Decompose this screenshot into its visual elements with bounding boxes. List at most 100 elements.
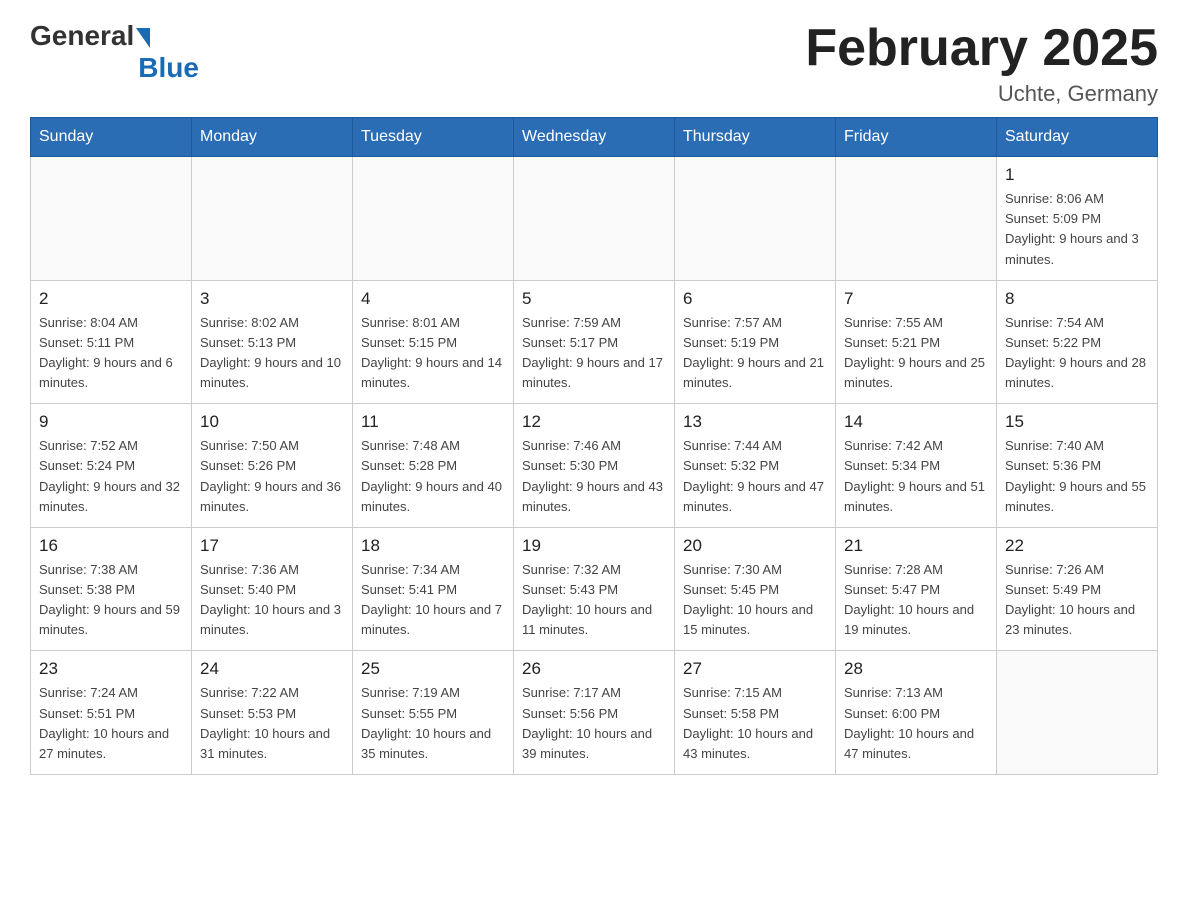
- day-info: Sunrise: 7:38 AMSunset: 5:38 PMDaylight:…: [39, 560, 183, 641]
- calendar-cell: 19Sunrise: 7:32 AMSunset: 5:43 PMDayligh…: [514, 527, 675, 651]
- calendar-week-row: 2 Sunrise: 8:04 AMSunset: 5:11 PMDaylight…: [31, 280, 1158, 404]
- calendar-cell: 15 Sunrise: 7:40 AMSunset: 5:36 PMDayligh…: [997, 404, 1158, 528]
- weekday-monday: Monday: [192, 118, 353, 157]
- weekday-friday: Friday: [836, 118, 997, 157]
- day-number: 6: [683, 289, 827, 309]
- calendar-cell: 27Sunrise: 7:15 AMSunset: 5:58 PMDayligh…: [675, 651, 836, 775]
- day-number: 1: [1005, 165, 1149, 185]
- day-info: Sunrise: 7:59 AMSunset: 5:17 PMDaylight:…: [522, 313, 666, 394]
- calendar-cell: 6 Sunrise: 7:57 AMSunset: 5:19 PMDaylight…: [675, 280, 836, 404]
- calendar-cell: [31, 157, 192, 281]
- day-info: Sunrise: 7:40 AMSunset: 5:36 PMDaylight:…: [1005, 436, 1149, 517]
- day-info: Sunrise: 7:48 AMSunset: 5:28 PMDaylight:…: [361, 436, 505, 517]
- calendar-cell: [514, 157, 675, 281]
- calendar-cell: 20 Sunrise: 7:30 AMSunset: 5:45 PMDayligh…: [675, 527, 836, 651]
- day-info: Sunrise: 7:22 AMSunset: 5:53 PMDaylight:…: [200, 683, 344, 764]
- day-number: 5: [522, 289, 666, 309]
- calendar-cell: 22 Sunrise: 7:26 AMSunset: 5:49 PMDayligh…: [997, 527, 1158, 651]
- day-number: 17: [200, 536, 344, 556]
- day-number: 22: [1005, 536, 1149, 556]
- day-info: Sunrise: 7:36 AMSunset: 5:40 PMDaylight:…: [200, 560, 344, 641]
- calendar-cell: 25 Sunrise: 7:19 AMSunset: 5:55 PMDayligh…: [353, 651, 514, 775]
- day-info: Sunrise: 8:04 AMSunset: 5:11 PMDaylight:…: [39, 313, 183, 394]
- day-number: 18: [361, 536, 505, 556]
- calendar-cell: [997, 651, 1158, 775]
- day-number: 19: [522, 536, 666, 556]
- calendar-cell: [353, 157, 514, 281]
- logo-general-text: General: [30, 20, 134, 52]
- day-number: 25: [361, 659, 505, 679]
- day-number: 26: [522, 659, 666, 679]
- page-header: General General Blue February 2025 Uchte…: [30, 20, 1158, 107]
- day-number: 28: [844, 659, 988, 679]
- calendar-cell: 2 Sunrise: 8:04 AMSunset: 5:11 PMDaylight…: [31, 280, 192, 404]
- day-number: 10: [200, 412, 344, 432]
- calendar-cell: 14 Sunrise: 7:42 AMSunset: 5:34 PMDayligh…: [836, 404, 997, 528]
- calendar-cell: 1 Sunrise: 8:06 AMSunset: 5:09 PMDaylight…: [997, 157, 1158, 281]
- calendar-week-row: 16 Sunrise: 7:38 AMSunset: 5:38 PMDayligh…: [31, 527, 1158, 651]
- calendar-cell: 24 Sunrise: 7:22 AMSunset: 5:53 PMDayligh…: [192, 651, 353, 775]
- logo-blue-text: Blue: [138, 52, 199, 84]
- day-number: 8: [1005, 289, 1149, 309]
- day-info: Sunrise: 7:54 AMSunset: 5:22 PMDaylight:…: [1005, 313, 1149, 394]
- day-info: Sunrise: 7:52 AMSunset: 5:24 PMDaylight:…: [39, 436, 183, 517]
- location-text: Uchte, Germany: [805, 81, 1158, 107]
- day-info: Sunrise: 7:57 AMSunset: 5:19 PMDaylight:…: [683, 313, 827, 394]
- calendar-cell: 5 Sunrise: 7:59 AMSunset: 5:17 PMDaylight…: [514, 280, 675, 404]
- day-info: Sunrise: 7:55 AMSunset: 5:21 PMDaylight:…: [844, 313, 988, 394]
- calendar-cell: 28Sunrise: 7:13 AMSunset: 6:00 PMDayligh…: [836, 651, 997, 775]
- day-number: 12: [522, 412, 666, 432]
- calendar-cell: 10Sunrise: 7:50 AMSunset: 5:26 PMDayligh…: [192, 404, 353, 528]
- day-number: 7: [844, 289, 988, 309]
- day-number: 13: [683, 412, 827, 432]
- day-info: Sunrise: 7:19 AMSunset: 5:55 PMDaylight:…: [361, 683, 505, 764]
- calendar-cell: 4 Sunrise: 8:01 AMSunset: 5:15 PMDaylight…: [353, 280, 514, 404]
- calendar-cell: 13 Sunrise: 7:44 AMSunset: 5:32 PMDayligh…: [675, 404, 836, 528]
- day-number: 14: [844, 412, 988, 432]
- day-info: Sunrise: 7:44 AMSunset: 5:32 PMDaylight:…: [683, 436, 827, 517]
- calendar-cell: 17 Sunrise: 7:36 AMSunset: 5:40 PMDayligh…: [192, 527, 353, 651]
- weekday-thursday: Thursday: [675, 118, 836, 157]
- calendar-cell: 18 Sunrise: 7:34 AMSunset: 5:41 PMDayligh…: [353, 527, 514, 651]
- calendar-week-row: 23 Sunrise: 7:24 AMSunset: 5:51 PMDayligh…: [31, 651, 1158, 775]
- day-number: 24: [200, 659, 344, 679]
- day-number: 11: [361, 412, 505, 432]
- calendar-cell: [836, 157, 997, 281]
- calendar-cell: 16 Sunrise: 7:38 AMSunset: 5:38 PMDayligh…: [31, 527, 192, 651]
- calendar-cell: 3 Sunrise: 8:02 AMSunset: 5:13 PMDaylight…: [192, 280, 353, 404]
- calendar-cell: 8 Sunrise: 7:54 AMSunset: 5:22 PMDaylight…: [997, 280, 1158, 404]
- calendar-week-row: 1 Sunrise: 8:06 AMSunset: 5:09 PMDaylight…: [31, 157, 1158, 281]
- day-number: 4: [361, 289, 505, 309]
- weekday-wednesday: Wednesday: [514, 118, 675, 157]
- day-info: Sunrise: 7:42 AMSunset: 5:34 PMDaylight:…: [844, 436, 988, 517]
- calendar-cell: 26 Sunrise: 7:17 AMSunset: 5:56 PMDayligh…: [514, 651, 675, 775]
- day-info: Sunrise: 7:26 AMSunset: 5:49 PMDaylight:…: [1005, 560, 1149, 641]
- day-number: 15: [1005, 412, 1149, 432]
- calendar-table: SundayMondayTuesdayWednesdayThursdayFrid…: [30, 117, 1158, 775]
- day-info: Sunrise: 8:02 AMSunset: 5:13 PMDaylight:…: [200, 313, 344, 394]
- calendar-cell: 9 Sunrise: 7:52 AMSunset: 5:24 PMDaylight…: [31, 404, 192, 528]
- day-info: Sunrise: 8:06 AMSunset: 5:09 PMDaylight:…: [1005, 189, 1149, 270]
- day-number: 21: [844, 536, 988, 556]
- day-info: Sunrise: 7:17 AMSunset: 5:56 PMDaylight:…: [522, 683, 666, 764]
- day-number: 23: [39, 659, 183, 679]
- calendar-cell: 23 Sunrise: 7:24 AMSunset: 5:51 PMDayligh…: [31, 651, 192, 775]
- day-number: 3: [200, 289, 344, 309]
- day-info: Sunrise: 7:28 AMSunset: 5:47 PMDaylight:…: [844, 560, 988, 641]
- calendar-cell: 21 Sunrise: 7:28 AMSunset: 5:47 PMDayligh…: [836, 527, 997, 651]
- calendar-week-row: 9 Sunrise: 7:52 AMSunset: 5:24 PMDaylight…: [31, 404, 1158, 528]
- day-info: Sunrise: 7:30 AMSunset: 5:45 PMDaylight:…: [683, 560, 827, 641]
- day-info: Sunrise: 7:34 AMSunset: 5:41 PMDaylight:…: [361, 560, 505, 641]
- day-number: 9: [39, 412, 183, 432]
- weekday-sunday: Sunday: [31, 118, 192, 157]
- day-number: 2: [39, 289, 183, 309]
- calendar-cell: 12Sunrise: 7:46 AMSunset: 5:30 PMDayligh…: [514, 404, 675, 528]
- day-info: Sunrise: 8:01 AMSunset: 5:15 PMDaylight:…: [361, 313, 505, 394]
- day-number: 16: [39, 536, 183, 556]
- month-title: February 2025: [805, 20, 1158, 77]
- day-number: 27: [683, 659, 827, 679]
- day-number: 20: [683, 536, 827, 556]
- day-info: Sunrise: 7:24 AMSunset: 5:51 PMDaylight:…: [39, 683, 183, 764]
- title-area: February 2025 Uchte, Germany: [805, 20, 1158, 107]
- weekday-tuesday: Tuesday: [353, 118, 514, 157]
